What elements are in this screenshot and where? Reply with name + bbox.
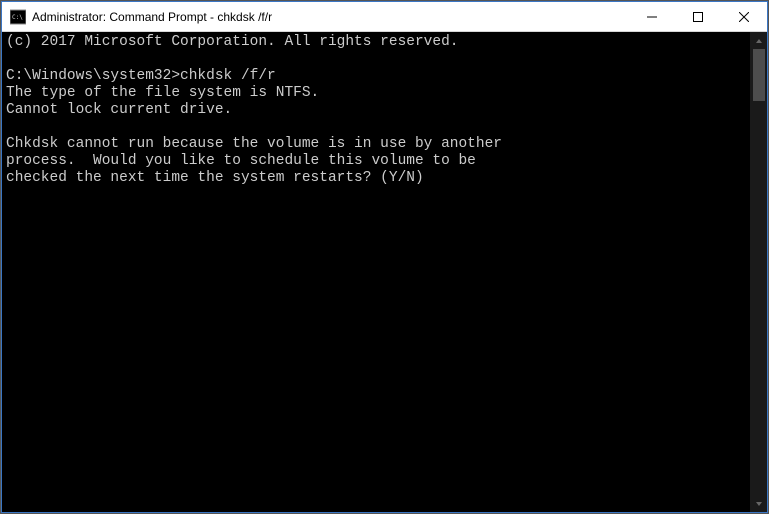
maximize-icon <box>693 12 703 22</box>
cmd-icon: C:\ <box>10 9 26 25</box>
close-icon <box>739 12 749 22</box>
vertical-scrollbar[interactable] <box>750 32 767 512</box>
chevron-down-icon <box>755 500 763 508</box>
svg-text:C:\: C:\ <box>12 14 23 21</box>
close-button[interactable] <box>721 2 767 31</box>
console-output[interactable]: (c) 2017 Microsoft Corporation. All righ… <box>2 32 750 512</box>
scroll-down-button[interactable] <box>751 495 767 512</box>
chevron-up-icon <box>755 37 763 45</box>
window-title: Administrator: Command Prompt - chkdsk /… <box>32 10 629 24</box>
window-controls <box>629 2 767 31</box>
scroll-up-button[interactable] <box>751 32 767 49</box>
minimize-icon <box>647 12 657 22</box>
scrollbar-thumb[interactable] <box>753 49 765 101</box>
command-prompt-window: C:\ Administrator: Command Prompt - chkd… <box>1 1 768 513</box>
titlebar[interactable]: C:\ Administrator: Command Prompt - chkd… <box>2 2 767 32</box>
scrollbar-track[interactable] <box>751 49 767 495</box>
client-area: (c) 2017 Microsoft Corporation. All righ… <box>2 32 767 512</box>
minimize-button[interactable] <box>629 2 675 31</box>
maximize-button[interactable] <box>675 2 721 31</box>
